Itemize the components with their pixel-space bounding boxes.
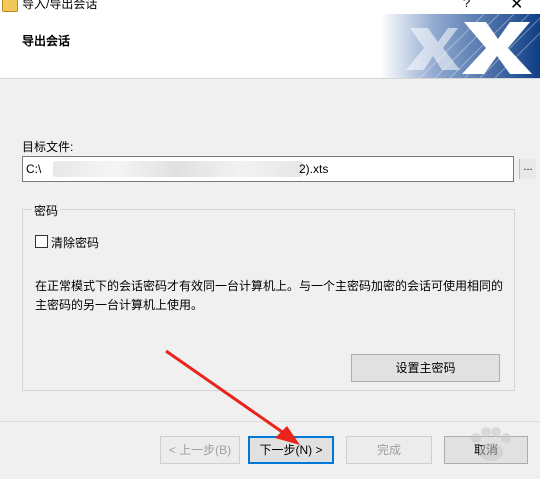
redacted-path <box>53 161 303 177</box>
target-file-extension: 2).xts <box>299 162 329 176</box>
xshell-logo-icon <box>380 14 540 78</box>
password-description: 在正常模式下的会话密码才有效同一台计算机上。与一个主密码加密的会话可使用相同的主… <box>35 279 504 312</box>
next-button[interactable]: 下一步(N) > <box>248 436 334 464</box>
app-icon <box>2 0 18 12</box>
password-group-legend: 密码 <box>32 202 61 219</box>
target-file-label: 目标文件: <box>22 140 74 154</box>
clear-password-checkbox[interactable] <box>35 235 48 248</box>
page-title: 导出会话 <box>22 34 71 48</box>
target-file-value: C:\ <box>26 162 42 176</box>
window-title: 导入/导出会话 <box>22 0 98 11</box>
watermark-logo-icon <box>471 427 511 461</box>
clear-password-label[interactable]: 清除密码 <box>51 234 99 251</box>
target-file-input[interactable]: C:\ 2).xts ... <box>22 156 536 182</box>
browse-button[interactable]: ... <box>519 159 536 179</box>
prev-button[interactable]: < 上一步(B) <box>160 436 240 464</box>
close-button[interactable]: ✕ <box>510 0 523 14</box>
help-button[interactable]: ? <box>463 0 470 10</box>
wizard-header: 导出会话 <box>0 14 540 79</box>
set-master-password-button[interactable]: 设置主密码 <box>351 354 500 382</box>
